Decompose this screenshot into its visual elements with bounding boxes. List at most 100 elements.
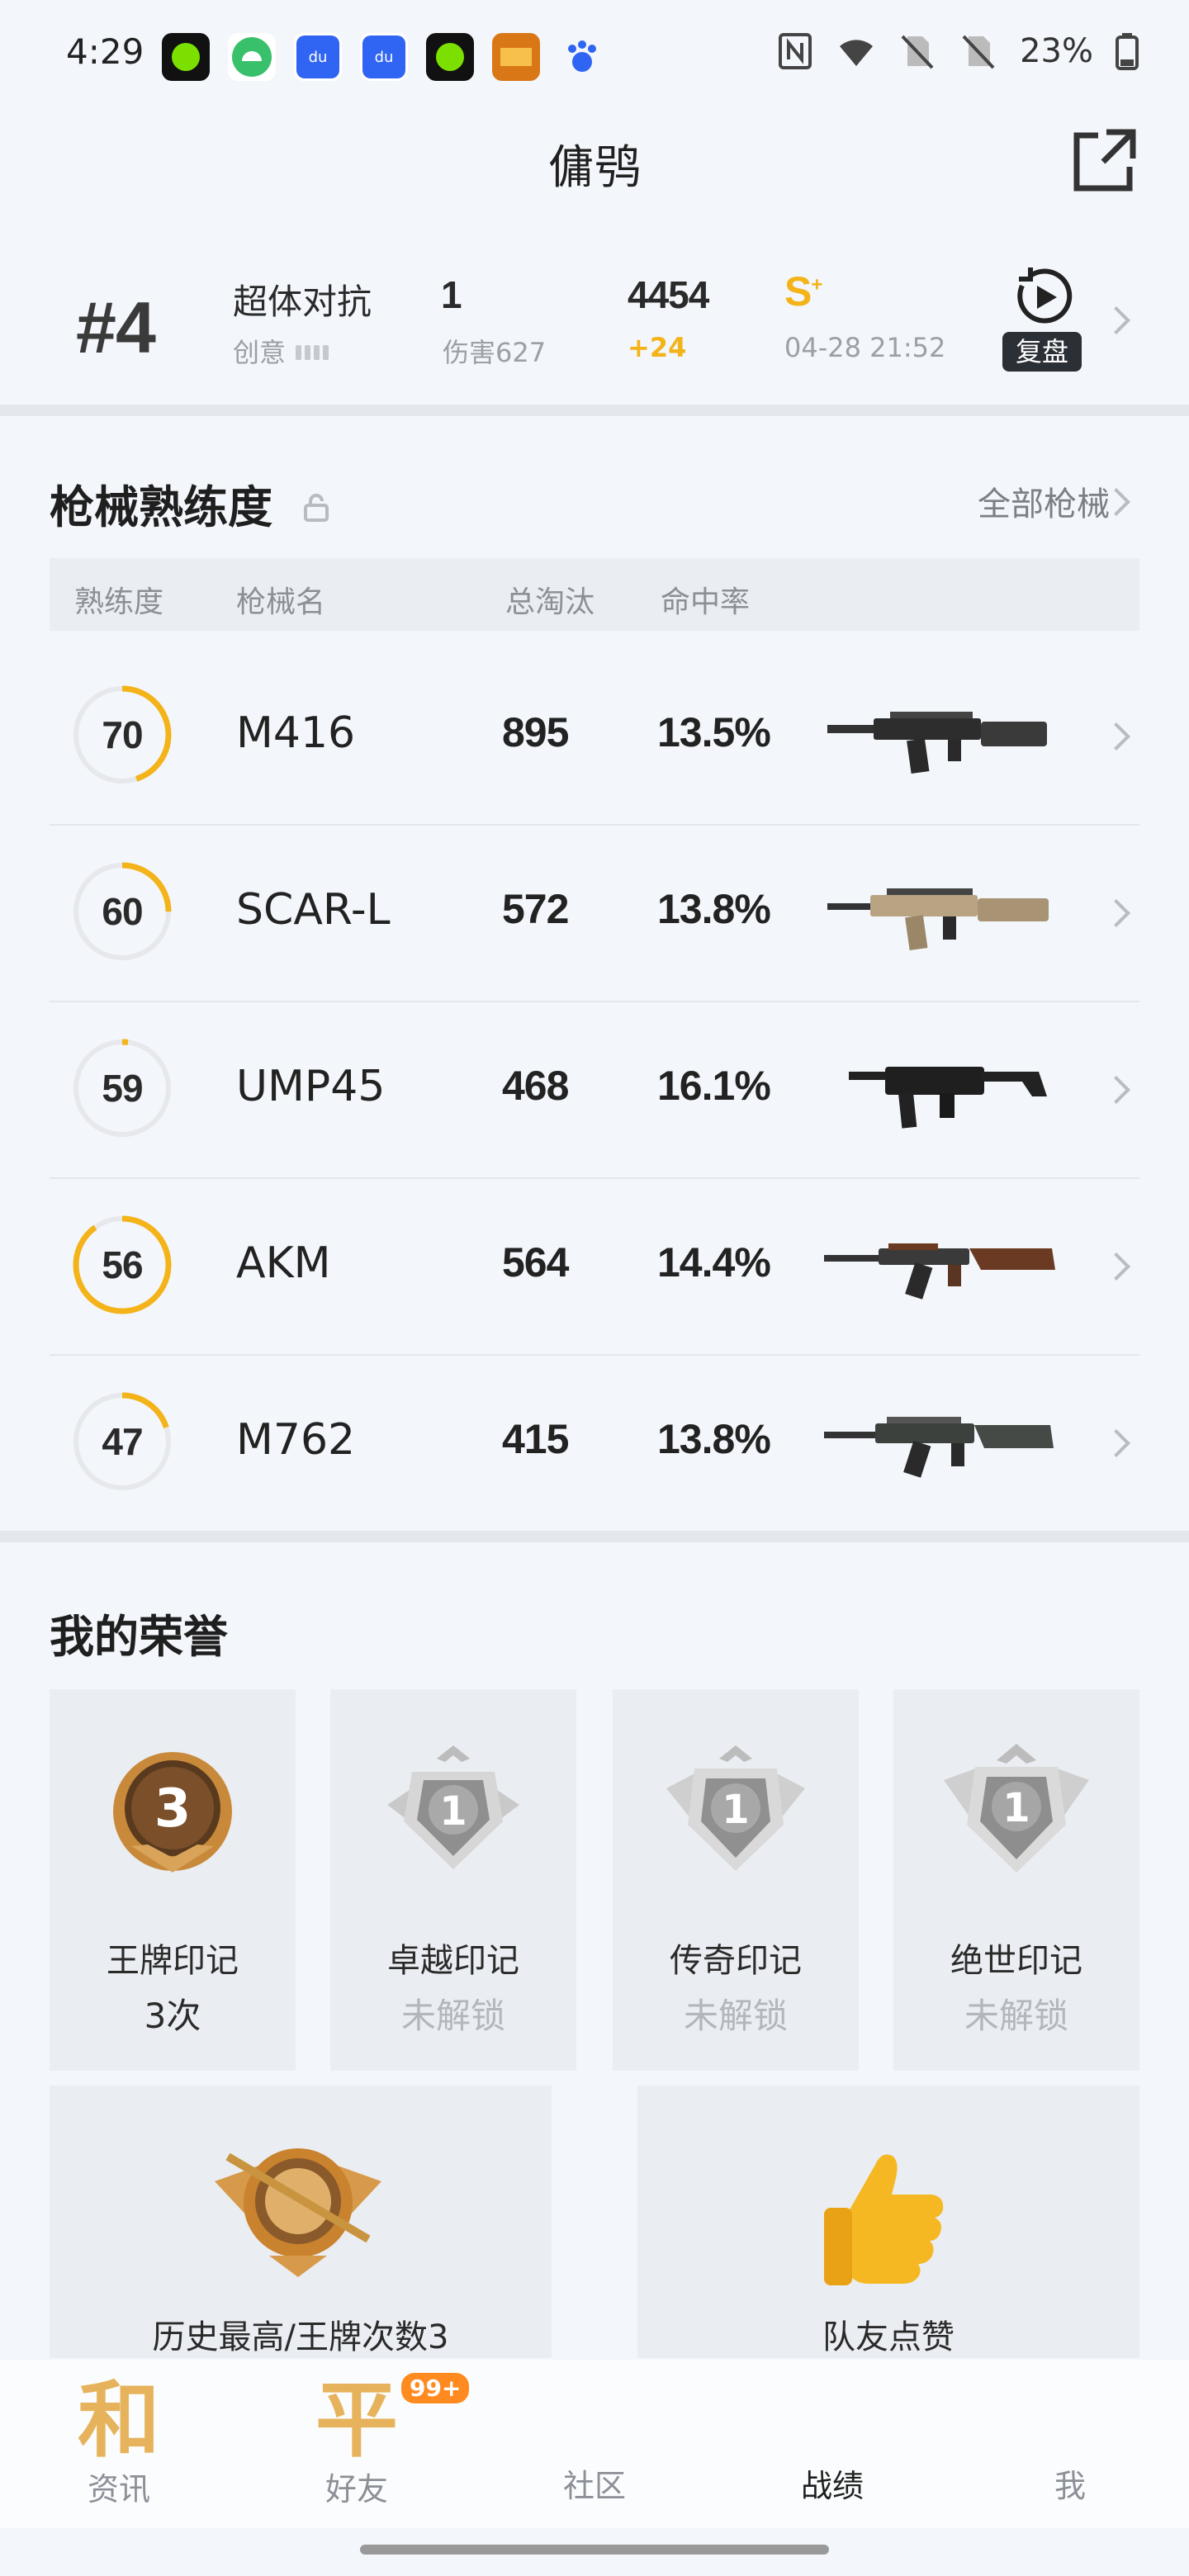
nav-tab-me[interactable]: 我 bbox=[951, 2360, 1189, 2528]
ace-badge-icon: 3 bbox=[113, 1752, 232, 1873]
replay-icon bbox=[1017, 268, 1073, 324]
tier-plus: + bbox=[811, 273, 822, 296]
match-mode-sub: 创意 bbox=[233, 332, 332, 370]
teammate-likes-card[interactable]: 队友点赞 bbox=[637, 2086, 1139, 2358]
header: 傭鸮 bbox=[0, 116, 1189, 206]
bottom-nav: 和 资讯 平 99+ 好友 社区 战绩 我 bbox=[0, 2360, 1189, 2528]
weapon-row[interactable]: 47 M762 415 13.8% bbox=[50, 1354, 1139, 1531]
weapon-table-header: 熟练度 枪械名 总淘汰 命中率 bbox=[50, 558, 1139, 631]
honor-value: 未解锁 bbox=[400, 1996, 505, 2036]
friends-tab-icon-glyph: 平 bbox=[315, 2372, 398, 2467]
lock-icon bbox=[303, 494, 329, 522]
news-tab-icon-glyph: 和 bbox=[78, 2372, 160, 2467]
weapons-title-text: 枪械熟练度 bbox=[50, 481, 272, 533]
badge-number: 3 bbox=[154, 1778, 192, 1840]
chevron-right-icon bbox=[1102, 1076, 1130, 1104]
match-time: 04-28 21:52 bbox=[784, 332, 946, 363]
svg-text:du: du bbox=[375, 49, 394, 66]
match-kills: 1 bbox=[441, 273, 462, 316]
match-score: 4454 bbox=[628, 273, 709, 316]
teammate-likes-label: 队友点赞 bbox=[822, 2318, 955, 2356]
home-indicator[interactable] bbox=[360, 2545, 829, 2555]
mode-sub-label: 创意 bbox=[233, 337, 287, 368]
honor-card-peerless[interactable]: 1 绝世印记 未解锁 bbox=[893, 1689, 1139, 2071]
chevron-right-icon bbox=[1102, 306, 1130, 334]
honor-card-excellence[interactable]: 1 卓越印记 未解锁 bbox=[330, 1689, 576, 2071]
badge-number: 1 bbox=[1002, 1785, 1030, 1831]
status-bar: 4:29 du du 23% bbox=[0, 0, 1189, 107]
wifi-icon bbox=[840, 40, 874, 66]
share-button[interactable] bbox=[1070, 125, 1139, 195]
team-icon bbox=[296, 345, 329, 360]
nav-tab-community[interactable]: 社区 bbox=[476, 2360, 713, 2528]
weapon-kills: 415 bbox=[502, 1416, 569, 1462]
section-divider bbox=[0, 405, 1189, 416]
all-weapons-link[interactable]: 全部枪械 bbox=[978, 477, 1110, 525]
replay-button[interactable]: 复盘 bbox=[1002, 264, 1085, 380]
history-best-card[interactable]: 历史最高/王牌次数3 bbox=[50, 2086, 552, 2358]
weapon-row[interactable]: 59 UMP45 468 16.1% bbox=[50, 1001, 1139, 1179]
match-summary[interactable]: #4 超体对抗 创意 1 伤害627 4454 +24 S+ 04-28 21:… bbox=[0, 239, 1189, 405]
status-app-icons: du du bbox=[162, 33, 606, 81]
honor-value: 未解锁 bbox=[964, 1996, 1068, 2036]
honor-card-ace[interactable]: 3 王牌印记 3次 bbox=[50, 1689, 296, 2071]
nav-tab-news[interactable]: 和 资讯 bbox=[0, 2360, 238, 2528]
all-weapons-label: 全部枪械 bbox=[978, 485, 1110, 523]
page-title: 傭鸮 bbox=[548, 141, 641, 195]
match-mode: 超体对抗 bbox=[233, 282, 372, 322]
match-tier: S+ bbox=[784, 268, 822, 315]
baidu-ai-app-icon: du bbox=[360, 33, 408, 81]
weapon-row[interactable]: 56 AKM 564 14.4% bbox=[50, 1177, 1139, 1356]
weapon-accuracy: 14.4% bbox=[657, 1239, 771, 1286]
weapon-row[interactable]: 70 M416 895 13.5% bbox=[50, 647, 1139, 826]
weapon-kills: 572 bbox=[502, 886, 569, 932]
baidu-ai-app-icon: du bbox=[294, 33, 342, 81]
thumbs-up-icon bbox=[824, 2154, 944, 2285]
game-app-icon bbox=[492, 33, 540, 81]
proficiency-value: 56 bbox=[102, 1243, 143, 1286]
akm-rifle-image bbox=[824, 1243, 1055, 1300]
history-best-label: 历史最高/王牌次数3 bbox=[152, 2318, 449, 2356]
trophy-badge-icon bbox=[215, 2148, 381, 2277]
proficiency-value: 47 bbox=[102, 1420, 143, 1463]
weapon-name: AKM bbox=[236, 1238, 331, 1288]
weapon-row[interactable]: 60 SCAR-L 572 13.8% bbox=[50, 824, 1139, 1002]
chevron-right-icon bbox=[1102, 1429, 1130, 1457]
match-rank: #4 bbox=[76, 286, 156, 368]
column-header-name: 枪械名 bbox=[236, 585, 326, 619]
green-dot-app-icon bbox=[426, 33, 474, 81]
honor-card-legend[interactable]: 1 传奇印记 未解锁 bbox=[613, 1689, 859, 2071]
proficiency-value: 70 bbox=[102, 713, 143, 756]
weapon-accuracy: 13.8% bbox=[657, 886, 771, 932]
section-divider bbox=[0, 1531, 1189, 1542]
weapon-kills: 564 bbox=[502, 1239, 569, 1286]
honor-value: 3次 bbox=[144, 1996, 201, 2036]
weapons-section-title: 枪械熟练度 bbox=[50, 471, 329, 536]
column-header-proficiency: 熟练度 bbox=[74, 585, 164, 619]
honors-section-title: 我的荣誉 bbox=[50, 1611, 228, 1663]
honor-name: 绝世印记 bbox=[950, 1942, 1082, 1980]
badge-number: 1 bbox=[439, 1788, 467, 1835]
nav-tab-record[interactable]: 战绩 bbox=[713, 2360, 951, 2528]
badge-number: 1 bbox=[722, 1787, 749, 1833]
m762-rifle-image bbox=[824, 1417, 1054, 1478]
status-time: 4:29 bbox=[66, 31, 144, 72]
nav-label-friends: 好友 bbox=[324, 2471, 388, 2507]
weapon-accuracy: 13.5% bbox=[657, 709, 771, 755]
nav-tab-friends[interactable]: 平 99+ 好友 bbox=[238, 2360, 476, 2528]
weapon-name: M416 bbox=[236, 708, 356, 758]
weapon-name: M762 bbox=[236, 1415, 356, 1465]
excellence-badge-icon: 1 bbox=[387, 1745, 519, 1869]
battery-percent: 23% bbox=[1020, 32, 1093, 70]
scar-l-rifle-image bbox=[827, 888, 1049, 951]
nav-label-me: 我 bbox=[1054, 2468, 1086, 2504]
honor-value: 未解锁 bbox=[683, 1996, 788, 2036]
weapon-kills: 468 bbox=[502, 1063, 569, 1109]
column-header-accuracy: 命中率 bbox=[661, 585, 751, 619]
honor-name: 传奇印记 bbox=[670, 1942, 802, 1980]
no-sim-icon bbox=[962, 35, 995, 69]
score-delta: +24 bbox=[628, 332, 687, 363]
chevron-right-icon bbox=[1102, 1252, 1130, 1281]
android-app-icon bbox=[228, 33, 276, 81]
green-dot-app-icon bbox=[162, 33, 210, 81]
